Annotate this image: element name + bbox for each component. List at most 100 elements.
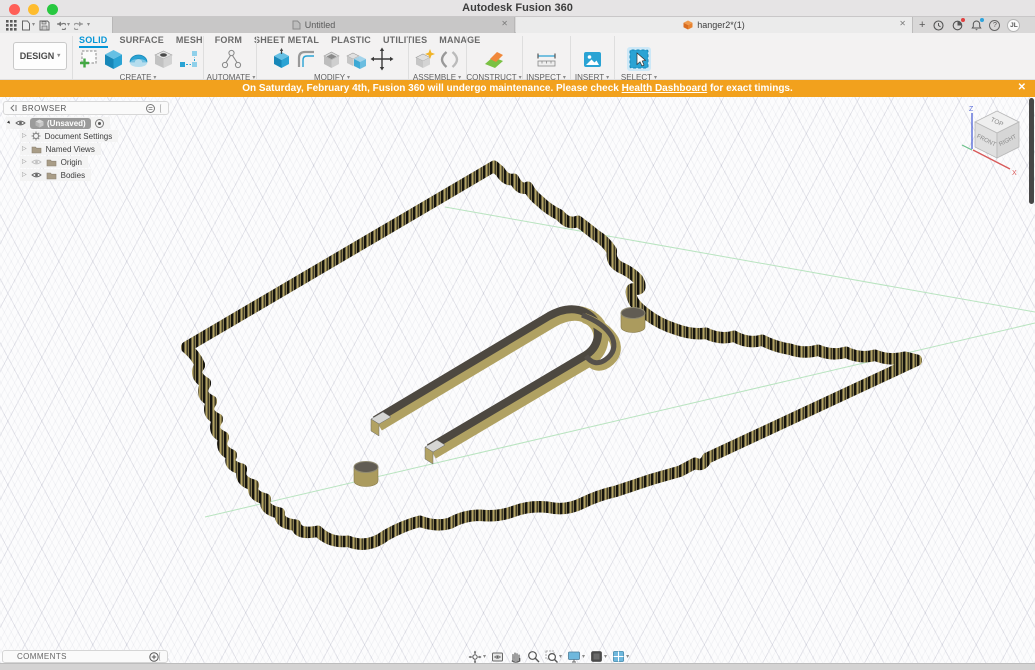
window-title: Autodesk Fusion 360 <box>0 2 1035 14</box>
close-tab-icon[interactable]: ✕ <box>501 19 508 28</box>
pan-tool[interactable] <box>509 650 522 663</box>
measure-icon[interactable] <box>535 48 558 71</box>
disclosure-icon[interactable]: ▷ <box>22 146 27 152</box>
document-tab-hanger2[interactable]: hanger2*(1) ✕ <box>516 17 912 33</box>
tree-item-named-views[interactable]: ▷ Named Views <box>20 143 101 155</box>
new-component-icon[interactable] <box>413 48 436 71</box>
group-select: SELECT▾ <box>616 47 662 82</box>
orbit-tool[interactable]: ▾ <box>468 650 486 664</box>
magnifier-window-icon <box>545 650 558 663</box>
panel-grip[interactable] <box>160 104 163 113</box>
tab-manage[interactable]: MANAGE <box>439 35 480 46</box>
help-icon[interactable]: ? <box>989 20 1000 31</box>
document-icon <box>292 20 301 30</box>
y-axis <box>962 145 972 150</box>
group-construct: CONSTRUCT▾ <box>468 47 520 82</box>
look-at-tool[interactable] <box>491 650 504 663</box>
construction-plane-icon[interactable] <box>483 48 506 71</box>
banner-close-icon[interactable]: ✕ <box>1018 82 1026 93</box>
tab-mesh[interactable]: MESH <box>176 35 203 46</box>
tab-plastic[interactable]: PLASTIC <box>331 35 371 46</box>
workspace-selector[interactable]: DESIGN ▾ <box>13 42 67 70</box>
job-status-icon[interactable] <box>932 19 944 31</box>
viewports-settings[interactable]: ▾ <box>612 650 629 663</box>
tab-surface[interactable]: SURFACE <box>120 35 164 46</box>
create-sketch-icon[interactable] <box>77 48 100 71</box>
zoom-window-tool[interactable]: ▾ <box>545 650 562 663</box>
gear-icon <box>31 131 41 141</box>
file-menu-button[interactable]: ▾ <box>21 20 35 31</box>
browser-title: BROWSER <box>22 104 67 113</box>
move-icon[interactable] <box>370 47 394 71</box>
combine-icon[interactable] <box>345 48 368 71</box>
zoom-tool[interactable] <box>527 650 540 663</box>
fillet-icon[interactable] <box>295 48 318 71</box>
folder-icon <box>31 145 42 154</box>
viewport-scrollbar[interactable] <box>1029 98 1034 204</box>
group-assemble: ASSEMBLE▾ <box>410 47 464 82</box>
visibility-eye-icon[interactable] <box>31 158 42 166</box>
folder-icon <box>46 158 57 167</box>
group-automate: AUTOMATE▾ <box>205 47 257 82</box>
redo-button[interactable]: ▾ <box>74 20 90 30</box>
revolve-icon[interactable] <box>127 48 150 71</box>
orange-cube-icon <box>683 20 693 30</box>
canvas-icon[interactable] <box>581 48 604 71</box>
component-cube-icon <box>35 119 44 128</box>
browser-header[interactable]: BROWSER <box>3 101 169 115</box>
add-comment-icon[interactable] <box>149 652 159 662</box>
comments-panel[interactable]: COMMENTS <box>2 650 168 663</box>
tree-item-bodies[interactable]: ▷ Bodies <box>20 169 91 181</box>
document-tab-untitled[interactable]: Untitled ✕ <box>112 17 515 33</box>
save-icon[interactable] <box>39 20 50 31</box>
extensions-icon[interactable] <box>951 19 963 31</box>
tree-root-row[interactable]: ▾ (Unsaved) <box>6 117 110 129</box>
health-dashboard-link[interactable]: Health Dashboard <box>622 83 708 94</box>
disclosure-icon[interactable]: ▷ <box>22 133 27 139</box>
browser-panel: BROWSER ▾ (Unsaved) ▷ Document Settings … <box>0 97 180 197</box>
collapse-panel-icon[interactable] <box>9 104 17 112</box>
tab-form[interactable]: FORM <box>215 35 242 46</box>
configure-icon[interactable] <box>220 48 243 71</box>
user-avatar[interactable]: JL <box>1007 19 1020 32</box>
tab-sheet-metal[interactable]: SHEET METAL <box>254 35 319 46</box>
fusion360-window: { "window": { "title": "Autodesk Fusion … <box>0 0 1035 670</box>
select-tool-active-highlight <box>627 47 651 71</box>
select-icon[interactable] <box>628 48 650 70</box>
tab-label: Untitled <box>305 20 336 30</box>
disclosure-icon[interactable]: ▾ <box>6 120 12 126</box>
maintenance-banner: On Saturday, February 4th, Fusion 360 wi… <box>0 80 1035 97</box>
rectangular-pattern-icon[interactable] <box>177 48 200 71</box>
display-settings[interactable]: ▾ <box>567 650 585 663</box>
extrude-icon[interactable] <box>102 48 125 71</box>
root-component-pill[interactable]: (Unsaved) <box>30 118 91 129</box>
close-tab-icon[interactable]: ✕ <box>899 19 906 28</box>
display-filter-icon[interactable] <box>146 104 155 113</box>
visibility-eye-icon[interactable] <box>31 171 42 179</box>
hole-icon[interactable] <box>152 48 175 71</box>
activate-component-radio[interactable] <box>95 119 104 128</box>
press-pull-icon[interactable] <box>270 48 293 71</box>
undo-button[interactable]: ▾ <box>54 20 70 30</box>
visibility-eye-icon[interactable] <box>15 119 26 127</box>
disclosure-icon[interactable]: ▷ <box>22 159 27 165</box>
tab-utilities[interactable]: UTILITIES <box>383 35 427 46</box>
tree-item-origin[interactable]: ▷ Origin <box>20 156 88 168</box>
group-inspect: INSPECT▾ <box>524 47 568 82</box>
notifications-icon[interactable] <box>970 19 982 31</box>
view-cube[interactable]: TOP FRONT RIGHT Z X <box>958 103 1035 181</box>
quick-access-toolbar: ▾ ▾ ▾ <box>0 17 112 33</box>
joint-icon[interactable] <box>438 48 461 71</box>
tree-item-document-settings[interactable]: ▷ Document Settings <box>20 130 118 142</box>
app-grid-icon[interactable] <box>6 20 17 31</box>
orbit-icon <box>468 650 482 664</box>
status-strip <box>0 663 1035 670</box>
panel-grip[interactable] <box>159 652 162 661</box>
z-axis-label: Z <box>969 106 974 113</box>
disclosure-icon[interactable]: ▷ <box>22 172 27 178</box>
new-tab-button[interactable]: + <box>919 20 925 31</box>
shell-icon[interactable] <box>320 48 343 71</box>
file-icon <box>21 20 31 31</box>
group-create: CREATE▾ <box>76 47 200 82</box>
grid-display-settings[interactable]: ▾ <box>590 650 607 663</box>
